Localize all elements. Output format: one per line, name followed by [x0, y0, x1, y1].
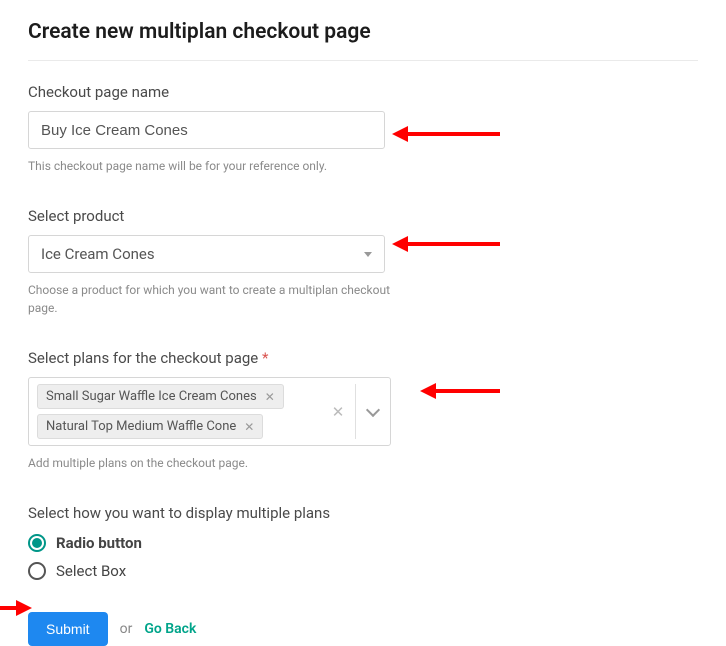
radio-icon — [28, 562, 46, 580]
plans-help: Add multiple plans on the checkout page. — [28, 454, 398, 472]
checkout-name-input[interactable] — [28, 111, 385, 149]
required-asterisk: * — [262, 349, 268, 367]
plans-tags-container: Small Sugar Waffle Ice Cream Cones ✕ Nat… — [29, 378, 321, 445]
display-mode-group: Select how you want to display multiple … — [28, 504, 698, 580]
go-back-link[interactable]: Go Back — [144, 621, 196, 637]
plans-label-text: Select plans for the checkout page — [28, 349, 258, 367]
product-label: Select product — [28, 207, 698, 225]
radio-option-radio-button[interactable]: Radio button — [28, 534, 698, 552]
plans-group: Select plans for the checkout page * Sma… — [28, 349, 698, 472]
plans-label: Select plans for the checkout page * — [28, 349, 698, 367]
checkout-name-group: Checkout page name This checkout page na… — [28, 83, 698, 175]
or-text: or — [120, 621, 133, 637]
radio-dot-icon — [32, 538, 42, 548]
product-help: Choose a product for which you want to c… — [28, 281, 398, 317]
plan-tag: Small Sugar Waffle Ice Cream Cones ✕ — [37, 384, 284, 409]
display-mode-label: Select how you want to display multiple … — [28, 504, 698, 522]
radio-icon — [28, 534, 46, 552]
close-icon[interactable]: ✕ — [265, 391, 275, 403]
chevron-down-icon — [366, 402, 380, 416]
plans-dropdown-toggle[interactable] — [356, 378, 390, 445]
product-group: Select product Ice Cream Cones Choose a … — [28, 207, 698, 317]
radio-option-select-box[interactable]: Select Box — [28, 562, 698, 580]
checkout-name-label: Checkout page name — [28, 83, 698, 101]
checkout-name-help: This checkout page name will be for your… — [28, 157, 398, 175]
actions-row: Submit or Go Back — [28, 612, 698, 646]
plan-tag-label: Small Sugar Waffle Ice Cream Cones — [46, 389, 257, 404]
clear-all-icon[interactable]: ✕ — [321, 378, 355, 445]
plan-tag: Natural Top Medium Waffle Cone ✕ — [37, 414, 263, 439]
radio-label-text: Select Box — [56, 562, 126, 580]
caret-down-icon — [364, 252, 372, 257]
close-icon[interactable]: ✕ — [244, 421, 254, 433]
plans-multiselect[interactable]: Small Sugar Waffle Ice Cream Cones ✕ Nat… — [28, 377, 391, 446]
submit-button[interactable]: Submit — [28, 612, 108, 646]
product-select[interactable]: Ice Cream Cones — [28, 235, 385, 273]
radio-label-text: Radio button — [56, 534, 142, 552]
plan-tag-label: Natural Top Medium Waffle Cone — [46, 419, 236, 434]
product-selected-value: Ice Cream Cones — [41, 245, 364, 263]
page-title: Create new multiplan checkout page — [28, 20, 698, 61]
